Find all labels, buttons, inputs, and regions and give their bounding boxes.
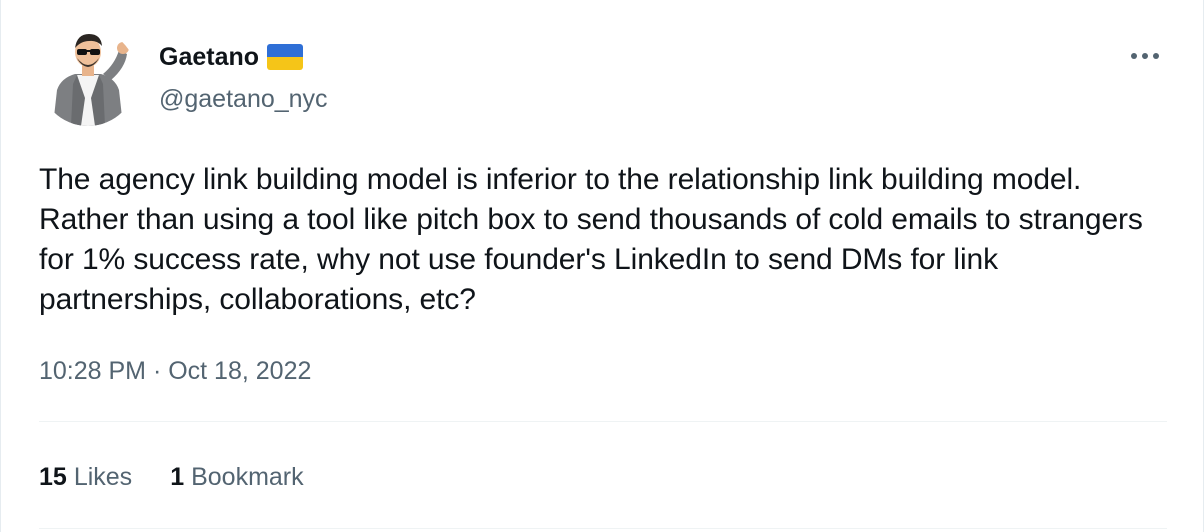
bookmarks-label: Bookmark [191, 463, 304, 491]
user-handle[interactable]: @gaetano_nyc [159, 82, 328, 116]
avatar-illustration [39, 28, 137, 126]
more-options-icon [1131, 53, 1159, 59]
ukraine-flag-icon [267, 44, 304, 70]
more-options-button[interactable] [1127, 44, 1163, 68]
likes-label: Likes [73, 463, 133, 491]
divider [39, 528, 1167, 529]
likes-count: 15 [39, 463, 67, 491]
engagement-stats: 15 Likes 1 Bookmark [39, 460, 304, 494]
display-name-row: Gaetano [159, 40, 304, 74]
likes-stat[interactable]: 15 Likes [39, 460, 132, 494]
tweet-text: The agency link building model is inferi… [39, 163, 1143, 316]
display-name[interactable]: Gaetano [159, 40, 259, 74]
bookmarks-count: 1 [170, 463, 185, 491]
divider [39, 421, 1167, 422]
bookmarks-stat[interactable]: 1 Bookmark [170, 460, 303, 494]
avatar[interactable] [39, 28, 137, 126]
tweet-timestamp[interactable]: 10:28 PM · Oct 18, 2022 [39, 354, 311, 388]
tweet-card: Gaetano @gaetano_nyc The agency link bui… [0, 0, 1204, 532]
